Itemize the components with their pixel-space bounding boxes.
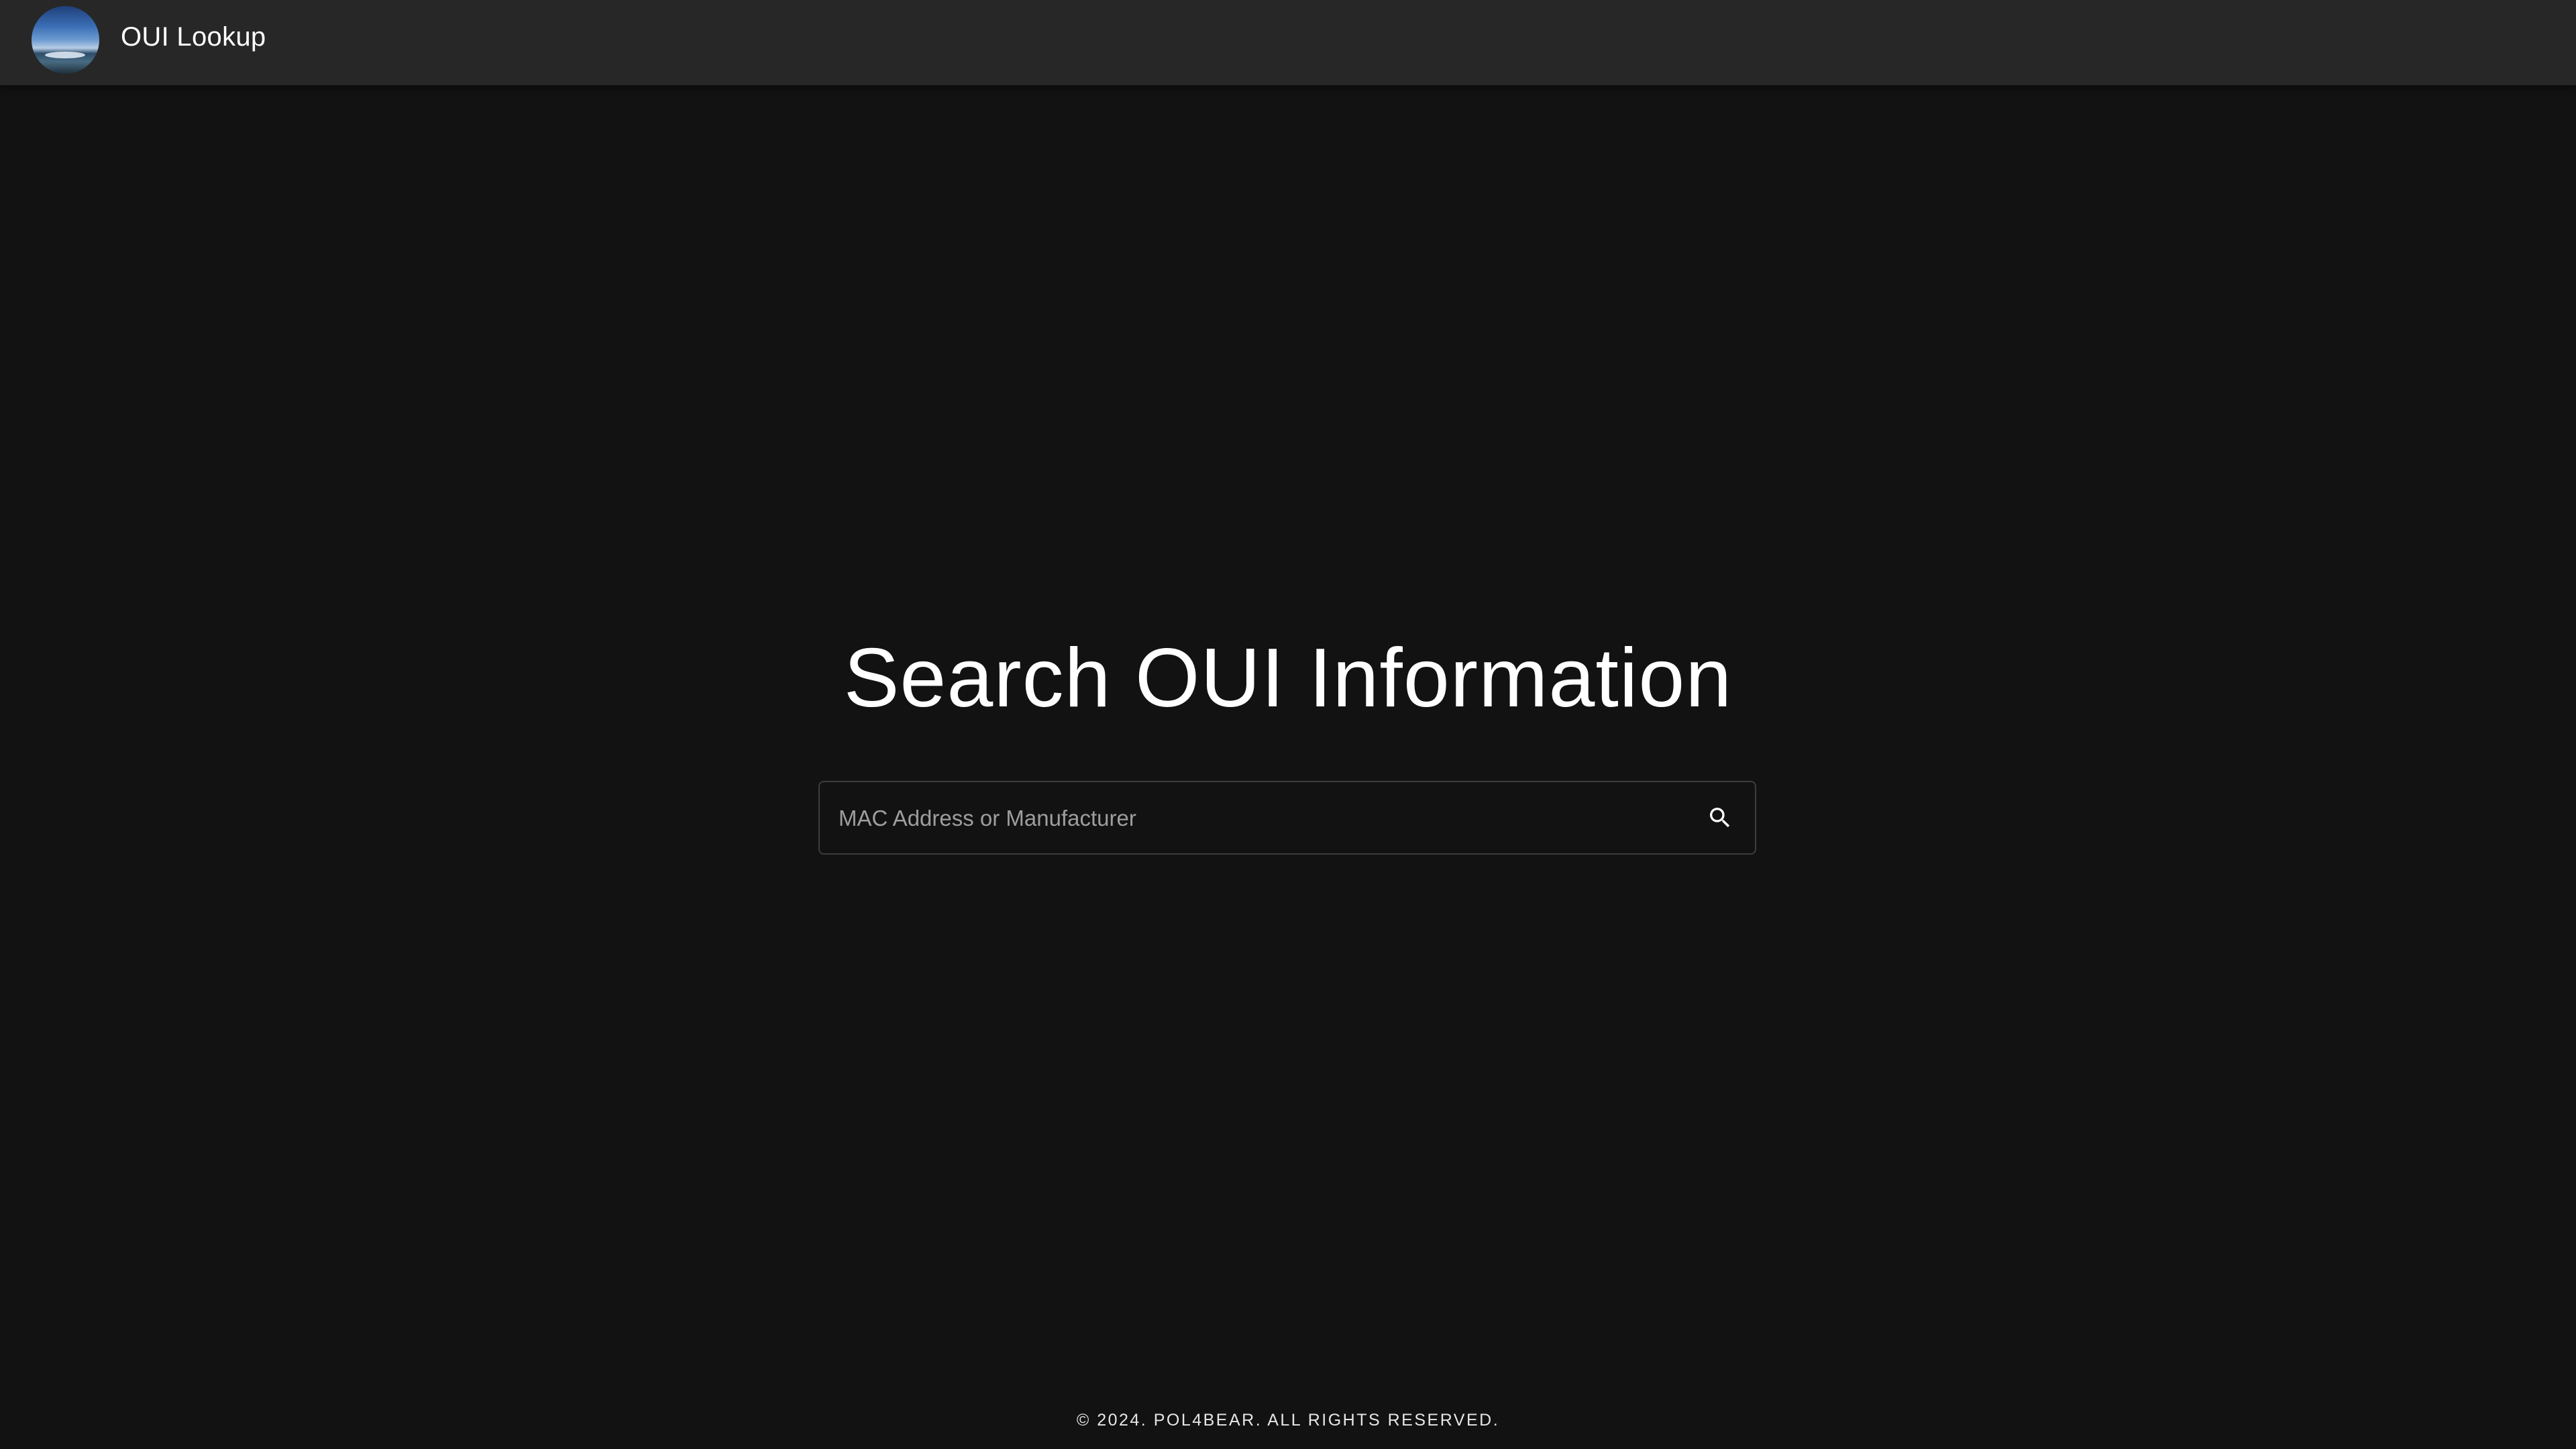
wave-icon: [45, 52, 85, 58]
footer-copyright: © 2024. POL4BEAR. ALL RIGHTS RESERVED.: [1076, 1411, 1500, 1430]
search-button[interactable]: [1696, 794, 1744, 842]
search-input[interactable]: [837, 782, 1645, 855]
app-title[interactable]: OUI Lookup: [121, 22, 266, 52]
page-title: Search OUI Information: [843, 632, 1733, 724]
search-icon: [1710, 808, 1730, 828]
app-bar: OUI Lookup: [0, 0, 2576, 85]
search-field[interactable]: [818, 781, 1756, 855]
avatar[interactable]: [32, 6, 99, 74]
